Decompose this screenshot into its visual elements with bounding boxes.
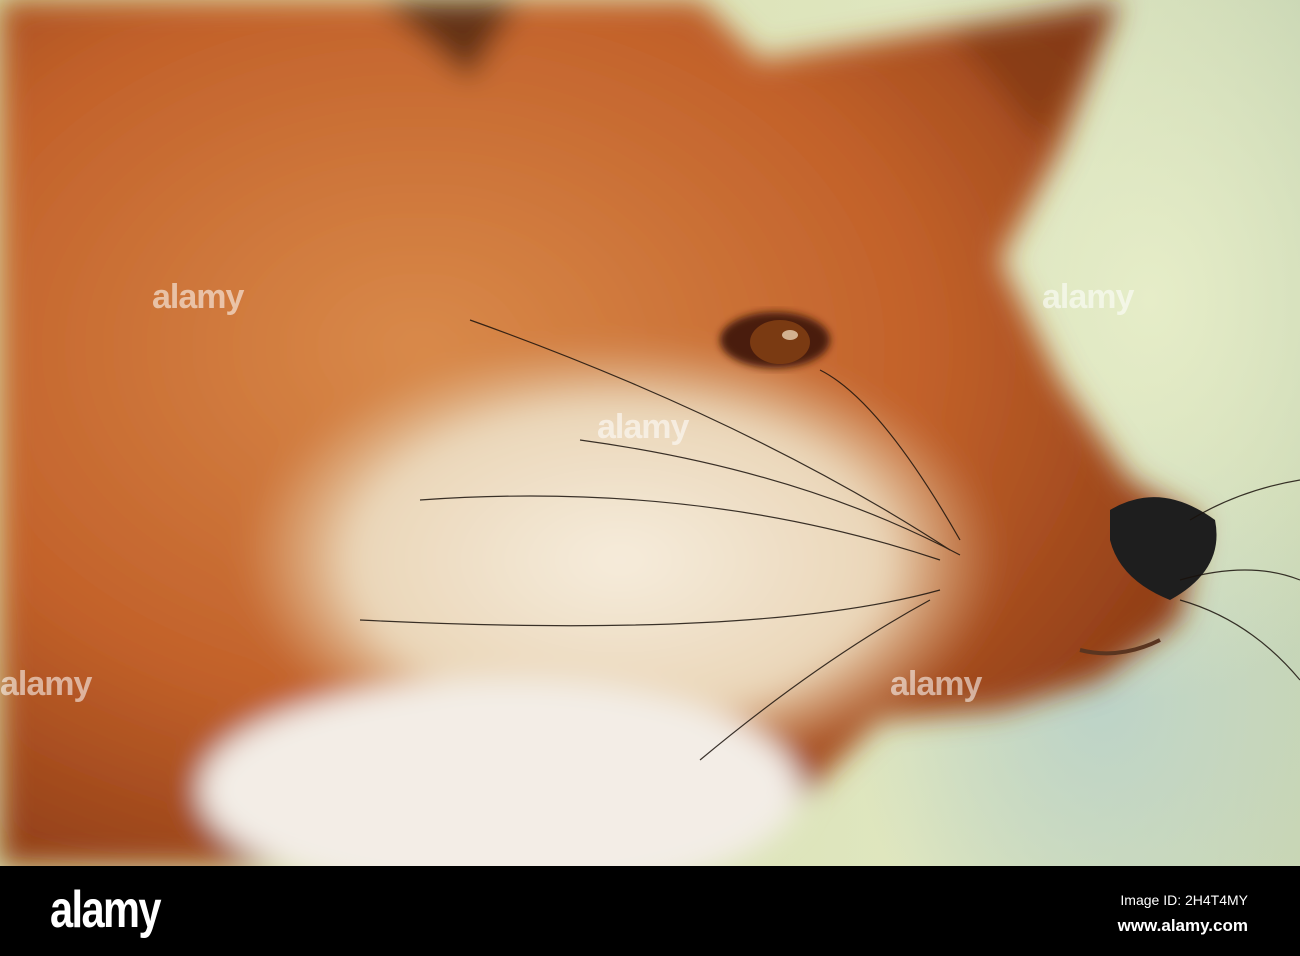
- watermark: alamy: [1042, 278, 1134, 316]
- watermark: alamy: [597, 408, 689, 446]
- eye-iris: [750, 320, 810, 364]
- image-id: Image ID: 2H4T4MY: [1120, 892, 1248, 908]
- fox-photo: alamy alamy alamy alamy alamy: [0, 0, 1300, 866]
- watermark: alamy: [890, 665, 982, 703]
- watermark: alamy: [0, 665, 92, 703]
- alamy-logo: alamy: [50, 881, 162, 939]
- footer-bar: alamy Image ID: 2H4T4MY www.alamy.com: [0, 866, 1300, 956]
- site-url: www.alamy.com: [1117, 916, 1248, 935]
- watermark: alamy: [152, 278, 244, 316]
